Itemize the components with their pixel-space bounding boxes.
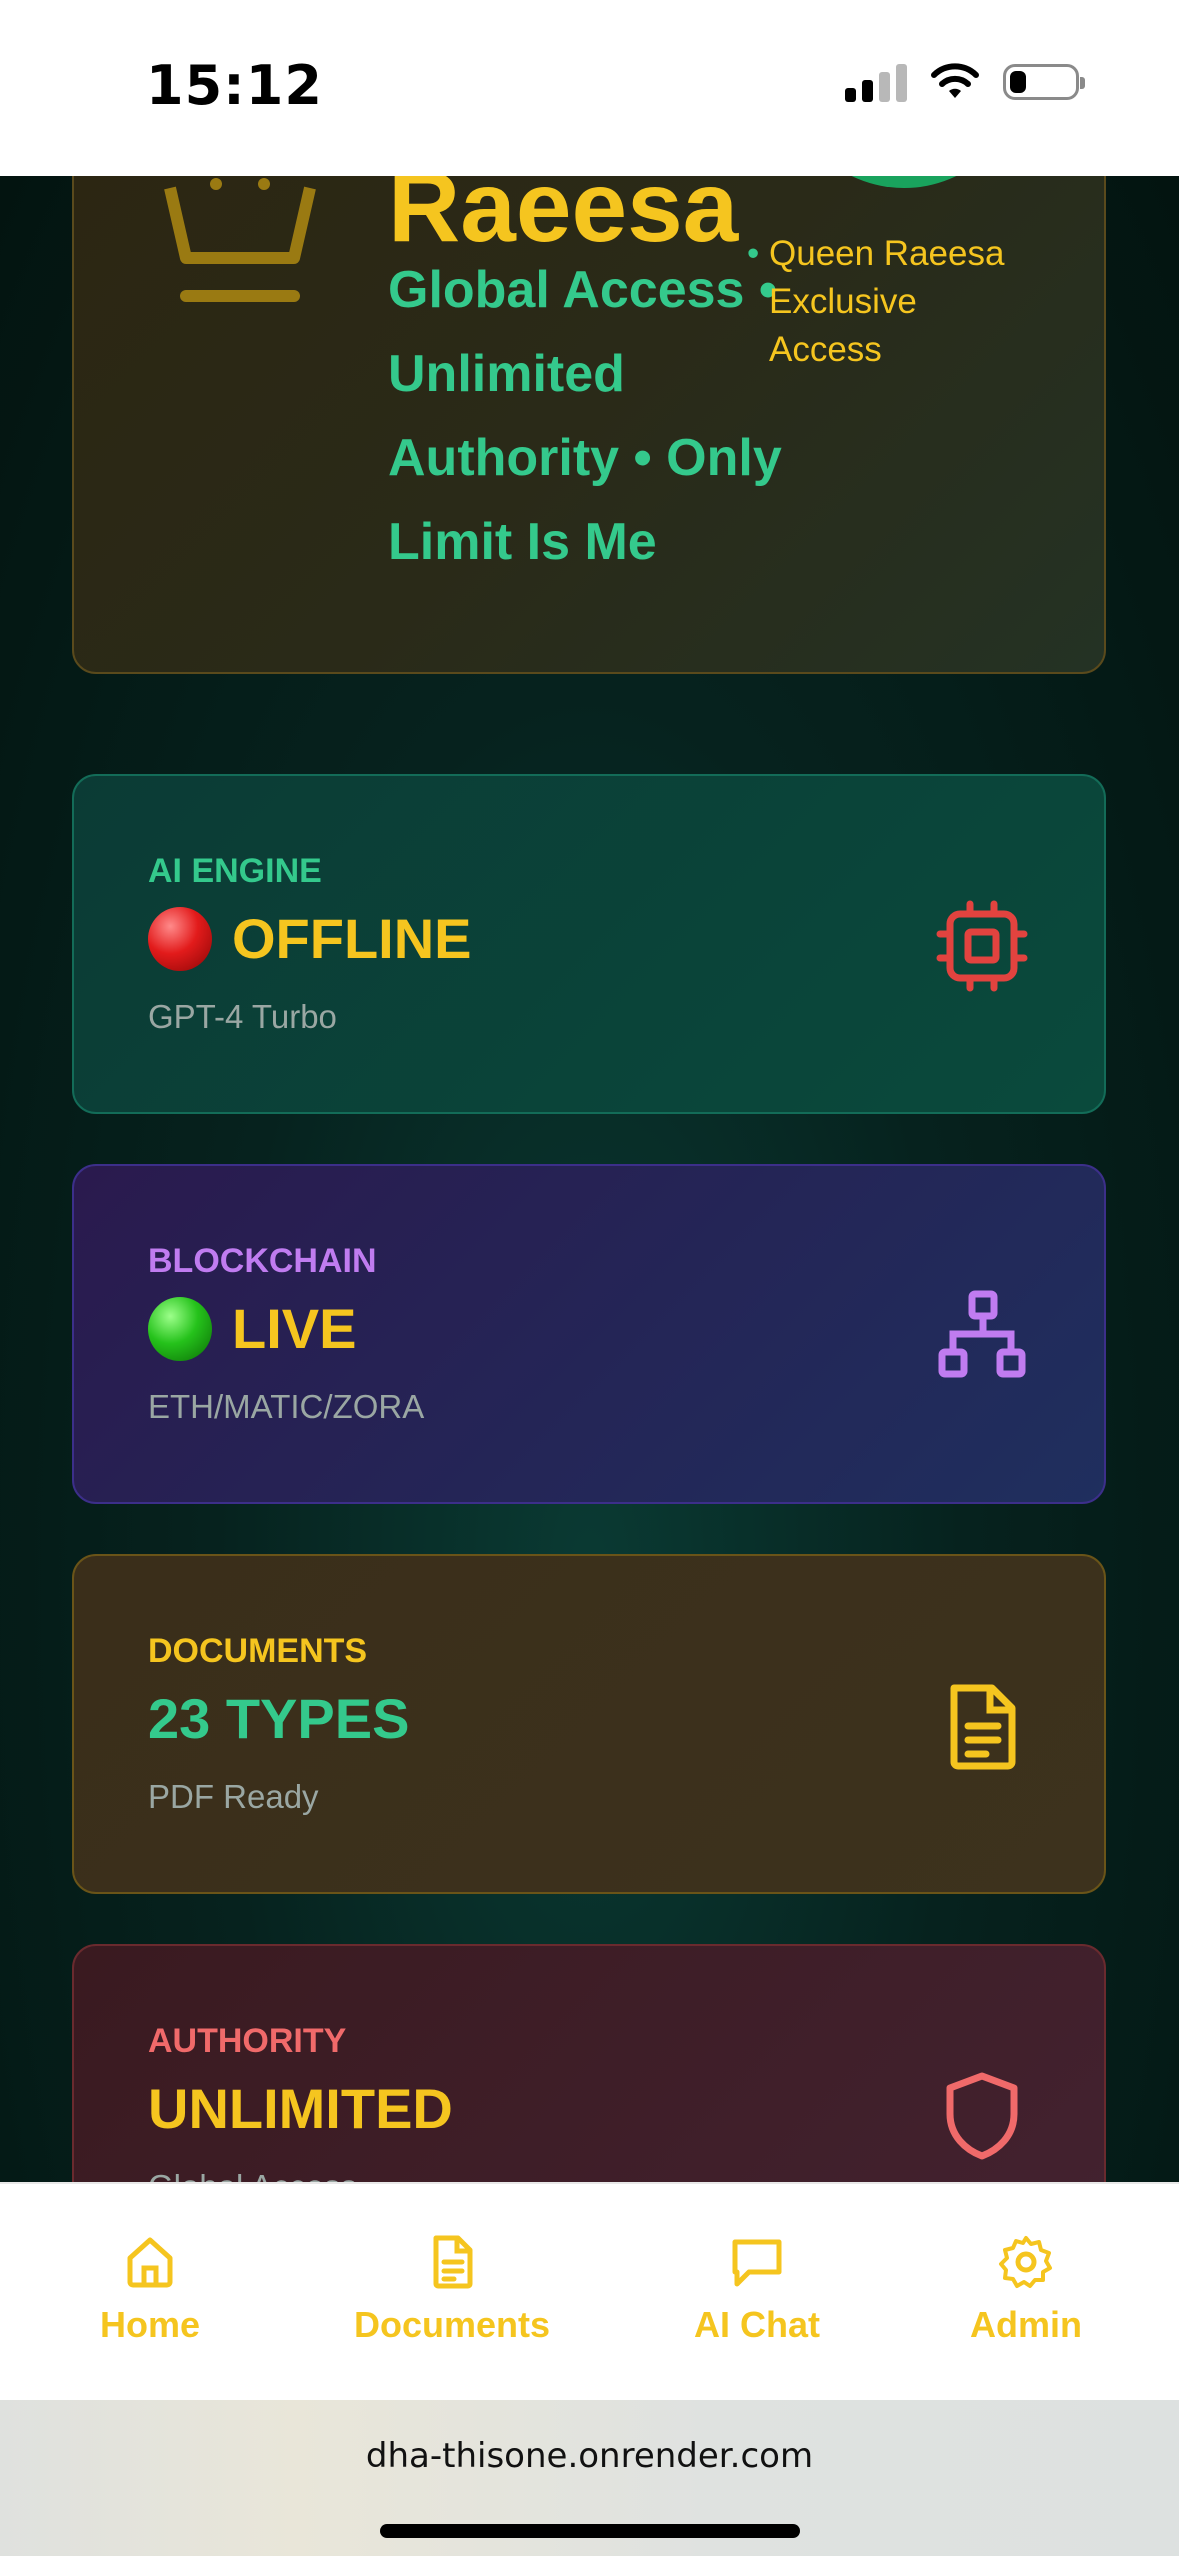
hero-badge-text: • Queen Raeesa Exclusive Access [747, 234, 1005, 369]
home-indicator[interactable] [380, 2524, 800, 2538]
stat-label: AUTHORITY [148, 2022, 347, 2060]
ai-engine-card[interactable]: AI ENGINE OFFLINE GPT-4 Turbo [72, 774, 1106, 1114]
stat-value: LIVE [148, 1296, 356, 1361]
green-circle-icon [148, 1296, 212, 1361]
stat-label: DOCUMENTS [148, 1632, 368, 1670]
app-content: Raeesa Global Access • Unlimited Authori… [0, 176, 1179, 2182]
gear-icon [999, 2236, 1052, 2288]
stat-sub: ETH/MATIC/ZORA [148, 1388, 425, 1425]
nav-documents[interactable]: Documents [354, 2234, 550, 2346]
bottom-nav: Home Documents AI Chat Admin [0, 2182, 1179, 2402]
stat-label: AI ENGINE [148, 852, 322, 890]
stat-value: OFFLINE [148, 906, 472, 971]
stat-sub: Global Access [148, 2168, 357, 2182]
nav-label: Admin [970, 2304, 1082, 2345]
wifi-icon [931, 63, 979, 98]
chat-icon [732, 2239, 782, 2287]
documents-card[interactable]: DOCUMENTS 23 TYPES PDF Ready [72, 1554, 1106, 1894]
stat-label: BLOCKCHAIN [148, 1242, 377, 1280]
nav-admin[interactable]: Admin [970, 2234, 1082, 2346]
nav-ai-chat[interactable]: AI Chat [694, 2234, 820, 2346]
home-icon [127, 2237, 173, 2288]
hero-card: Raeesa Global Access • Unlimited Authori… [72, 176, 1106, 674]
url-text[interactable]: dha-thisone.onrender.com [0, 2436, 1179, 2476]
nav-label: AI Chat [694, 2304, 820, 2345]
stat-value: UNLIMITED [148, 2077, 453, 2140]
battery-icon [1003, 64, 1085, 100]
signal-icon [845, 62, 907, 102]
browser-url-bar[interactable]: dha-thisone.onrender.com [0, 2400, 1179, 2556]
stat-value: 23 TYPES [148, 1687, 410, 1750]
stat-sub: GPT-4 Turbo [148, 998, 337, 1035]
red-circle-icon [148, 906, 212, 971]
cpu-icon [936, 900, 1028, 992]
network-icon [938, 1290, 1026, 1378]
crown-icon [164, 178, 316, 302]
stat-sub: PDF Ready [148, 1778, 319, 1815]
nav-home[interactable]: Home [100, 2234, 200, 2346]
document-icon [433, 2235, 473, 2289]
nav-label: Home [100, 2304, 201, 2345]
status-time: 15:12 [146, 54, 323, 117]
document-icon [950, 1684, 1016, 1770]
nav-label: Documents [354, 2304, 551, 2345]
shield-icon [946, 2072, 1018, 2160]
blockchain-card[interactable]: BLOCKCHAIN LIVE ETH/MATIC/ZORA [72, 1164, 1106, 1504]
authority-card[interactable]: AUTHORITY UNLIMITED Global Access [72, 1944, 1106, 2182]
status-icons [845, 62, 1085, 102]
hero-badge[interactable] [784, 176, 1024, 188]
status-bar: 15:12 [0, 0, 1179, 176]
hero-subtitle: Global Access • Unlimited Authority • On… [388, 261, 782, 571]
